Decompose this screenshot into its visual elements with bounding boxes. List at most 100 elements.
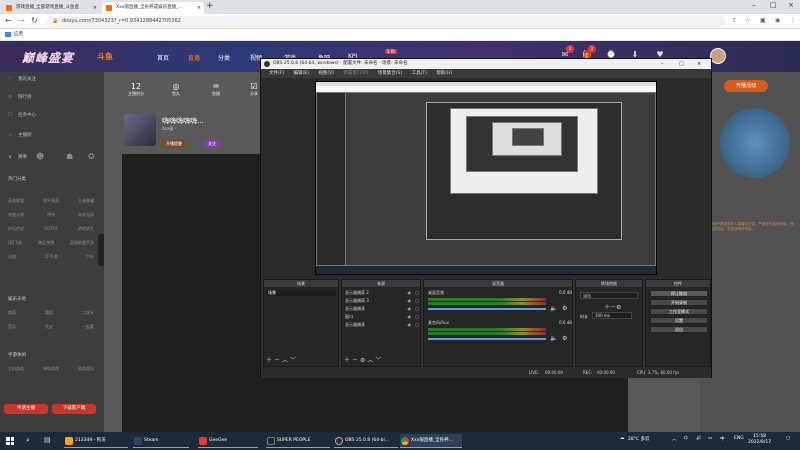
source-controls[interactable]: ＋－⚙︿﹀ bbox=[344, 355, 383, 364]
windows-start-icon[interactable] bbox=[6, 437, 14, 445]
douyu-logo[interactable]: 斗鱼 bbox=[97, 51, 113, 62]
sidebar-item-task[interactable]: ☐ 任务中心 bbox=[8, 112, 36, 118]
category-link[interactable]: 英雄联盟 bbox=[8, 198, 24, 204]
category-link[interactable]: 炉石传说 bbox=[8, 226, 24, 232]
remind-button[interactable]: 开播提醒 bbox=[162, 140, 186, 148]
category-link[interactable]: 问道 bbox=[8, 254, 16, 260]
stat-points[interactable]: 12 主播积分 bbox=[120, 82, 152, 97]
sidebar-item-event[interactable]: ♛ 赛事 bbox=[8, 154, 27, 160]
nav-home[interactable]: 首页 bbox=[157, 53, 169, 62]
weather-icon[interactable]: ☁ bbox=[620, 436, 625, 441]
extensions-icon[interactable]: ▣ bbox=[760, 17, 766, 24]
notification-icon[interactable]: ▢ bbox=[786, 436, 790, 441]
cat-icon[interactable]: ☻ bbox=[36, 152, 44, 161]
source-item[interactable]: 显示器捕获 2 ◉ ▢ bbox=[345, 290, 419, 296]
speaker-icon[interactable]: 🔈 bbox=[550, 335, 557, 342]
category-link[interactable]: 交友 bbox=[45, 324, 53, 330]
category-link[interactable]: 户外 bbox=[86, 254, 94, 260]
clock[interactable]: 15:58 2022/8/17 bbox=[748, 434, 771, 446]
event-logo[interactable]: 巅峰盛宴 bbox=[22, 49, 74, 66]
volume-slider[interactable] bbox=[428, 308, 546, 310]
category-link[interactable]: 舞蹈 bbox=[45, 310, 53, 316]
promo-button[interactable]: 开播活动 bbox=[724, 80, 768, 92]
category-link[interactable]: DOTA2 bbox=[44, 226, 58, 232]
gear-icon[interactable]: ⚙ bbox=[562, 335, 567, 342]
nav-category[interactable]: 分类 bbox=[218, 53, 230, 62]
sidebar-item-anchor[interactable]: ☆ 主播榜 bbox=[8, 132, 32, 138]
reload-icon[interactable]: ↻ bbox=[31, 16, 38, 25]
taskbar-app-obs[interactable]: OBS 25.0.8 (64-bi... bbox=[334, 434, 398, 448]
stat-fin[interactable]: ♒ 鱼翅 bbox=[200, 82, 232, 97]
category-link[interactable]: 穿越火线 bbox=[8, 212, 24, 218]
category-link[interactable]: 音乐 bbox=[8, 324, 16, 330]
source-item[interactable]: 显示器捕获 ◉ ▢ bbox=[345, 306, 419, 312]
scene-item[interactable]: 场景 bbox=[266, 290, 336, 296]
menu-kebab-icon[interactable]: ⋮ bbox=[790, 17, 796, 24]
transition-controls[interactable]: ＋－⚙ bbox=[604, 302, 621, 311]
taskbar-app-geegee[interactable]: GeeGee bbox=[198, 434, 258, 448]
menu-scene-collection[interactable]: 场景集合(S) bbox=[378, 69, 402, 78]
minimize-button[interactable]: – bbox=[752, 1, 756, 9]
taskbar-app-chrome[interactable]: Xxx丽直播_全民养... bbox=[400, 434, 462, 448]
menu-edit[interactable]: 编辑(E) bbox=[294, 69, 309, 78]
category-link[interactable]: CF手游 bbox=[44, 254, 57, 260]
menu-dock[interactable]: 停靠窗口(D) bbox=[343, 69, 368, 78]
obs-preview[interactable] bbox=[315, 81, 657, 275]
close-tab-icon[interactable]: × bbox=[93, 2, 97, 14]
gear-icon[interactable]: ⚙ bbox=[562, 305, 567, 312]
category-link[interactable]: 单机游戏 bbox=[43, 366, 59, 372]
source-item[interactable]: 窗口 ◉ ▢ bbox=[345, 314, 419, 320]
bookmark-apps[interactable]: 应用 bbox=[14, 32, 23, 37]
promo-image[interactable] bbox=[720, 108, 790, 178]
source-item[interactable]: 显示器捕获 3 ◉ ▢ bbox=[345, 298, 419, 304]
tray-chevron-icon[interactable]: ︿ bbox=[672, 436, 677, 442]
bookmark-star-icon[interactable]: ☆ bbox=[745, 17, 750, 24]
download-client-button[interactable]: 下载客户端 bbox=[52, 404, 96, 414]
user-avatar[interactable] bbox=[710, 48, 726, 64]
menu-tools[interactable]: 工具(T) bbox=[412, 69, 427, 78]
obs-minimize-button[interactable]: – bbox=[661, 59, 664, 69]
category-link[interactable]: 永劫无间 bbox=[78, 212, 94, 218]
start-record-button[interactable]: 开始录制 bbox=[650, 299, 708, 306]
category-link[interactable]: 网游竞技 bbox=[78, 366, 94, 372]
language-indicator[interactable]: ENG bbox=[734, 436, 744, 441]
menu-file[interactable]: 文件(F) bbox=[269, 69, 284, 78]
follow-button[interactable]: 关注 bbox=[204, 140, 220, 148]
category-link[interactable]: 和平精英 bbox=[43, 198, 59, 204]
studio-mode-button[interactable]: 工作室模式 bbox=[650, 308, 708, 315]
category-link[interactable]: QQ飞车 bbox=[8, 240, 22, 246]
obs-titlebar[interactable]: OBS 25.0.8 (64-bit, windows) - 配置文件: 未命名… bbox=[261, 59, 711, 69]
taskbar-app-superpeople[interactable]: SUPER PEOPLE bbox=[266, 434, 330, 448]
battery-icon[interactable]: ▭ bbox=[708, 436, 712, 441]
category-link[interactable]: 绝地求生 bbox=[78, 226, 94, 232]
duration-input[interactable]: 300 ms bbox=[592, 312, 632, 319]
task-view-icon[interactable]: ▤ bbox=[44, 436, 51, 444]
transition-select[interactable]: 淡出 bbox=[580, 292, 638, 299]
obs-maximize-button[interactable]: □ bbox=[679, 59, 684, 69]
new-tab-button[interactable]: + bbox=[206, 1, 214, 11]
url-bar[interactable]: 🔒 douyu.com/7304323?_r=0.934128844270536… bbox=[46, 16, 726, 27]
maximize-button[interactable]: □ bbox=[770, 1, 777, 9]
volume-slider[interactable] bbox=[428, 338, 546, 340]
settings-button[interactable]: 设置 bbox=[650, 317, 708, 324]
network-icon[interactable]: ⌬ bbox=[684, 436, 688, 441]
mask-icon[interactable]: ☗ bbox=[66, 152, 73, 161]
stop-stream-button[interactable]: 停止推流 bbox=[650, 290, 708, 297]
ime-icon[interactable]: 中 bbox=[720, 436, 725, 442]
volume-icon[interactable]: 🔊 bbox=[696, 436, 702, 441]
weather-text[interactable]: 28°C 多云 bbox=[628, 436, 650, 442]
back-icon[interactable]: ← bbox=[5, 16, 12, 25]
browser-tab[interactable]: 游戏直播_全部游戏直播_斗鱼直 × bbox=[2, 2, 100, 14]
stat-fishball[interactable]: ◎ 鱼丸 bbox=[160, 82, 192, 97]
category-link[interactable]: 英雄联盟手游 bbox=[70, 240, 94, 246]
category-link[interactable]: 原神 bbox=[47, 212, 55, 218]
menu-help[interactable]: 帮助(H) bbox=[436, 69, 452, 78]
category-link[interactable]: 颜值 bbox=[8, 310, 16, 316]
close-tab-icon[interactable]: × bbox=[197, 2, 201, 14]
category-link[interactable]: 王者荣耀 bbox=[78, 198, 94, 204]
sidebar-item-rank[interactable]: ♔ 排行榜 bbox=[8, 94, 32, 100]
browser-tab-active[interactable]: Xxx丽直播_全民养成娱乐直播_... × bbox=[102, 2, 204, 14]
category-link[interactable]: 暗区突围 bbox=[38, 240, 54, 246]
category-link[interactable]: 二次元 bbox=[82, 310, 94, 316]
medal-icon[interactable]: ✪ bbox=[88, 152, 95, 161]
